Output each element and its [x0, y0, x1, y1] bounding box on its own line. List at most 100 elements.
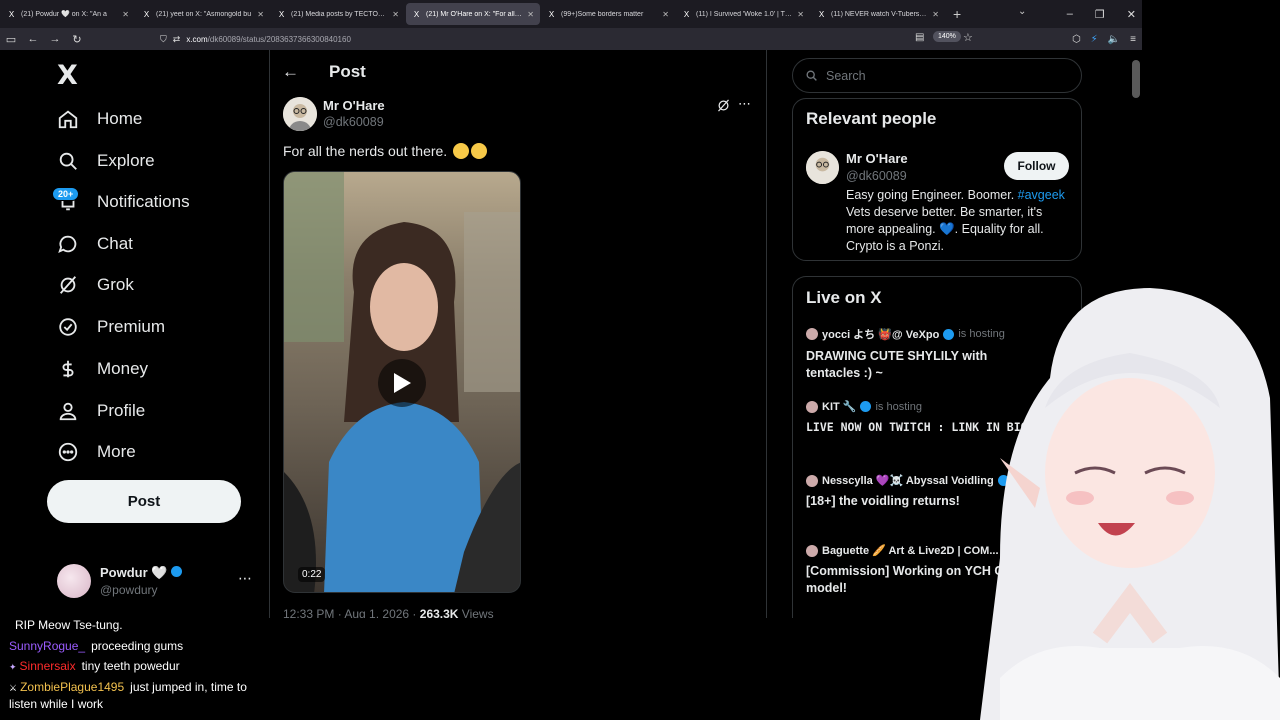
author-name[interactable]: Mr O'Hare — [323, 98, 385, 113]
toolbar-extensions: ⬡ ⚡ 🔈 ≡ — [1072, 28, 1136, 50]
more-options-icon[interactable]: ⋯ — [238, 570, 252, 587]
post-text: For all the nerds out there. — [283, 143, 488, 159]
more-icon — [57, 441, 79, 463]
search-input[interactable]: Search — [792, 58, 1082, 93]
relevant-people-title: Relevant people — [806, 109, 937, 128]
sidebar-item-label: Grok — [97, 275, 134, 294]
browser-tab[interactable]: X (99+)Some borders matter ✕ — [541, 3, 675, 25]
tab-close-icon[interactable]: ✕ — [932, 10, 939, 19]
reader-view-icon[interactable]: ▤ — [915, 32, 924, 43]
post-button[interactable]: Post — [47, 480, 241, 523]
chat-text: tiny teeth powedur — [81, 659, 180, 673]
tab-list-icon[interactable]: ⌄ — [1018, 6, 1026, 17]
tab-close-icon[interactable]: ✕ — [257, 10, 264, 19]
author-handle[interactable]: @dk60089 — [323, 115, 384, 129]
person-handle[interactable]: @dk60089 — [846, 169, 907, 183]
browser-tab[interactable]: X (21) Mr O'Hare on X: "For all th ✕ — [406, 3, 540, 25]
url-text: x.com/dk60089/status/2083637366300840160 — [186, 34, 351, 44]
sidebar-toggle-icon[interactable]: ▭ — [0, 33, 22, 46]
tab-close-icon[interactable]: ✕ — [797, 10, 804, 19]
extension-2-icon[interactable]: ⚡ — [1091, 34, 1098, 45]
badge-icon: ⚔ — [9, 683, 18, 693]
extension-icon[interactable]: ⬡ — [1072, 34, 1081, 45]
person-name[interactable]: Mr O'Hare — [846, 151, 908, 166]
chat-message: listen while I work — [9, 697, 103, 711]
bookmark-star-icon[interactable]: ☆ — [963, 31, 973, 44]
author-avatar[interactable] — [283, 97, 317, 131]
back-arrow-icon[interactable]: ← — [282, 62, 299, 82]
tab-label: (11) NEVER watch V-Tubers - Y — [831, 10, 928, 18]
video-player[interactable]: 0:22 — [283, 171, 521, 593]
sidebar-item-home[interactable]: Home — [57, 104, 142, 134]
tab-favicon-icon: X — [548, 9, 555, 19]
money-icon — [57, 358, 79, 380]
tab-strip: X (21) Powdur 🤍 on X: "An a ✕ X (21) yeet on… — [0, 3, 945, 25]
tab-label: (21) yeet on X: "Asmongold bu — [156, 10, 252, 18]
account-switcher[interactable]: Powdur 🤍 @powdury ⋯ — [57, 562, 257, 602]
sidebar-item-profile[interactable]: Profile — [57, 396, 145, 426]
tab-close-icon[interactable]: ✕ — [662, 10, 669, 19]
tab-favicon-icon: X — [278, 9, 285, 19]
sidebar-item-label: Profile — [97, 401, 146, 420]
tab-favicon-icon: X — [143, 9, 150, 19]
tab-label: (11) I Survived 'Woke 1.0' | The — [696, 10, 793, 18]
page-scrollbar[interactable] — [1132, 60, 1140, 98]
sidebar-item-explore[interactable]: Explore — [57, 146, 155, 176]
close-window-icon[interactable]: ✕ — [1127, 8, 1136, 21]
profile-icon — [57, 400, 79, 422]
host-avatar — [806, 328, 818, 340]
sidebar-item-premium[interactable]: Premium — [57, 312, 165, 342]
hashtag-link[interactable]: #avgeek — [1018, 188, 1065, 202]
new-tab-icon[interactable]: + — [953, 6, 961, 22]
host-name: KIT 🔧 — [822, 401, 857, 413]
browser-tab[interactable]: X (21) yeet on X: "Asmongold bu ✕ — [136, 3, 270, 25]
tab-label: (21) Media posts by TECTONE — [291, 10, 388, 18]
chat-message: RIP Meow Tse-tung. — [9, 618, 123, 632]
browser-tab[interactable]: X (11) NEVER watch V-Tubers - Y ✕ — [811, 3, 945, 25]
minimize-icon[interactable]: – — [1067, 8, 1073, 20]
chat-text: RIP Meow Tse-tung. — [15, 618, 123, 632]
tab-close-icon[interactable]: ✕ — [392, 10, 399, 19]
avatar[interactable] — [806, 151, 839, 184]
chat-text: just jumped in, time to — [130, 680, 247, 694]
account-name: Powdur 🤍 — [100, 565, 183, 581]
home-icon — [57, 108, 79, 130]
play-icon — [394, 373, 411, 393]
sidebar-item-chat[interactable]: Chat — [57, 229, 133, 259]
play-button[interactable] — [378, 359, 426, 407]
tab-favicon-icon: X — [683, 9, 690, 19]
address-bar[interactable]: ⛉ ⇄ x.com/dk60089/status/208363736630084… — [160, 30, 980, 48]
sidebar-item-label: More — [97, 442, 136, 461]
browser-tab-bar: X (21) Powdur 🤍 on X: "An a ✕ X (21) yeet on… — [0, 0, 1142, 28]
follow-button[interactable]: Follow — [1004, 152, 1069, 180]
video-duration: 0:22 — [298, 567, 326, 582]
x-logo[interactable]: X — [57, 60, 78, 91]
sidebar-item-label: Premium — [97, 317, 166, 336]
host-avatar — [806, 400, 818, 413]
back-icon[interactable]: ← — [22, 33, 44, 45]
browser-tab[interactable]: X (21) Media posts by TECTONE ✕ — [271, 3, 405, 25]
chat-text: proceeding gums — [91, 639, 184, 653]
forward-icon[interactable]: → — [44, 33, 66, 45]
restore-icon[interactable]: ❐ — [1095, 8, 1105, 21]
search-icon — [57, 150, 79, 172]
column-divider — [766, 50, 767, 618]
tab-label: (99+)Some borders matter — [561, 10, 644, 18]
reload-icon[interactable]: ↻ — [66, 33, 88, 46]
sidebar-item-money[interactable]: Money — [57, 354, 148, 384]
post-more-icon[interactable]: ⋯ — [738, 96, 751, 112]
tab-favicon-icon: X — [8, 9, 15, 19]
menu-icon[interactable]: ≡ — [1130, 34, 1136, 45]
zoom-level[interactable]: 140% — [933, 31, 961, 42]
tab-close-icon[interactable]: ✕ — [122, 10, 129, 19]
grok-explain-icon[interactable] — [716, 98, 731, 113]
browser-tab[interactable]: X (21) Powdur 🤍 on X: "An a ✕ — [1, 3, 135, 25]
page-settings-icon: ⇄ — [172, 33, 181, 44]
audio-icon[interactable]: 🔈 — [1108, 34, 1120, 45]
relevant-people-card: Relevant people Mr O'Hare @dk60089 Follo… — [792, 98, 1082, 261]
tab-close-icon[interactable]: ✕ — [527, 10, 534, 19]
sidebar-item-more[interactable]: More — [57, 437, 136, 467]
host-avatar — [806, 474, 818, 487]
browser-tab[interactable]: X (11) I Survived 'Woke 1.0' | The ✕ — [676, 3, 810, 25]
sidebar-item-grok[interactable]: Grok — [57, 270, 134, 300]
